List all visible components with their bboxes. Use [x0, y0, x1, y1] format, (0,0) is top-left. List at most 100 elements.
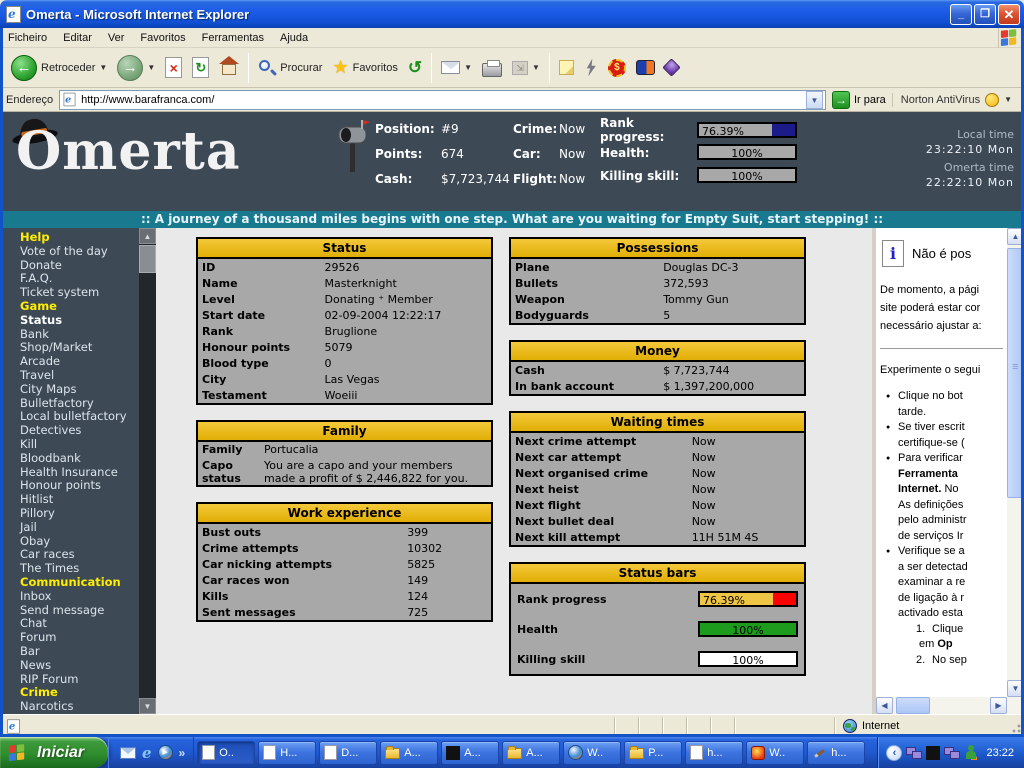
sidebar-item[interactable]: Obay — [20, 535, 139, 549]
internet-explorer-icon[interactable]: e — [142, 744, 152, 762]
menu-item[interactable]: Favoritos — [132, 30, 193, 46]
taskbar-window-button[interactable]: A... — [380, 741, 438, 765]
sidebar-item[interactable]: Communication — [20, 576, 139, 590]
print-button[interactable] — [477, 57, 507, 79]
taskbar-window-button[interactable]: O.. — [197, 741, 255, 765]
sidebar-item[interactable]: News — [20, 659, 139, 673]
hscroll-thumb[interactable] — [896, 697, 930, 714]
scroll-up-icon[interactable]: ▲ — [1007, 228, 1024, 245]
mail-button[interactable]: ▼ — [436, 59, 477, 76]
window-titlebar[interactable]: e Omerta - Microsoft Internet Explorer _… — [0, 0, 1024, 28]
tray-icon[interactable] — [964, 745, 978, 760]
scroll-left-icon[interactable]: ◀ — [876, 697, 893, 714]
messenger-button[interactable] — [579, 57, 603, 79]
sidebar-item[interactable]: Narcotics — [20, 700, 139, 714]
error-panel-hscrollbar[interactable]: ◀ ▶ — [876, 697, 1007, 714]
minimize-button[interactable]: _ — [950, 4, 972, 25]
address-input[interactable]: e http://www.barafranca.com/ ▼ — [59, 90, 826, 110]
back-dropdown-icon[interactable]: ▼ — [99, 63, 107, 72]
start-button[interactable]: Iniciar — [0, 737, 108, 768]
notes-button[interactable] — [554, 58, 579, 77]
sidebar-item[interactable]: Local bulletfactory — [20, 410, 139, 424]
resize-grip[interactable] — [1008, 723, 1022, 737]
sidebar-item[interactable]: Bloodbank — [20, 452, 139, 466]
quick-launch-chevron-icon[interactable]: » — [179, 746, 186, 760]
back-button[interactable]: ← Retroceder ▼ — [6, 53, 112, 83]
sidebar-item[interactable]: Bulletfactory — [20, 397, 139, 411]
sidebar-item[interactable]: Honour points — [20, 479, 139, 493]
taskbar-window-button[interactable]: P... — [624, 741, 682, 765]
address-url[interactable]: http://www.barafranca.com/ — [81, 94, 802, 106]
sidebar-scrollbar[interactable]: ▲ ▼ — [139, 228, 156, 714]
gem-button[interactable] — [660, 59, 683, 76]
stop-button[interactable]: × — [160, 55, 187, 80]
taskbar-window-button[interactable]: W.. — [563, 741, 621, 765]
sidebar-item[interactable]: Detectives — [20, 424, 139, 438]
sidebar-item[interactable]: Vote of the day — [20, 245, 139, 259]
address-dropdown-icon[interactable]: ▼ — [806, 91, 823, 109]
go-button[interactable]: → Ir para — [826, 91, 892, 109]
sidebar-item[interactable]: Status — [20, 314, 139, 328]
menu-item[interactable]: Ajuda — [272, 30, 316, 46]
sidebar-item[interactable]: Help — [20, 231, 139, 245]
mail-dropdown-icon[interactable]: ▼ — [464, 63, 472, 72]
sidebar-item[interactable]: Car races — [20, 548, 139, 562]
tray-icon[interactable] — [906, 746, 922, 760]
forward-button[interactable]: → ▼ — [112, 53, 160, 83]
sidebar-item[interactable]: Inbox — [20, 590, 139, 604]
sidebar-scroll-up-icon[interactable]: ▲ — [139, 228, 156, 244]
sidebar-item[interactable]: Bank — [20, 328, 139, 342]
taskbar-window-button[interactable]: D... — [319, 741, 377, 765]
sidebar-item[interactable]: Pillory — [20, 507, 139, 521]
sidebar-item[interactable]: F.A.Q. — [20, 272, 139, 286]
sidebar-item[interactable]: Jail — [20, 521, 139, 535]
media-player-icon[interactable]: ▶ — [158, 745, 173, 760]
tray-icon[interactable] — [926, 746, 940, 760]
outlook-express-icon[interactable] — [120, 747, 136, 759]
sidebar-item[interactable]: Crime — [20, 686, 139, 700]
taskbar-window-button[interactable]: A... — [502, 741, 560, 765]
menu-item[interactable]: Ficheiro — [0, 30, 55, 46]
casino-button[interactable]: $ — [603, 57, 631, 79]
error-panel-vscrollbar[interactable]: ▲ ▼ — [1007, 228, 1024, 697]
sidebar-item[interactable]: Ticket system — [20, 286, 139, 300]
sidebar-item[interactable]: RIP Forum — [20, 673, 139, 687]
sidebar-scroll-thumb[interactable] — [139, 245, 156, 273]
search-button[interactable]: Procurar — [253, 57, 327, 79]
sidebar-item[interactable]: Forum — [20, 631, 139, 645]
restore-button[interactable]: ❐ — [974, 4, 996, 25]
sidebar-scroll-down-icon[interactable]: ▼ — [139, 698, 156, 714]
close-button[interactable]: ✕ — [998, 4, 1020, 25]
menu-item[interactable]: Ver — [100, 30, 133, 46]
taskbar-window-button[interactable]: h... — [807, 741, 865, 765]
sidebar-item[interactable]: Health Insurance — [20, 466, 139, 480]
sidebar-item[interactable]: Travel — [20, 369, 139, 383]
taskbar-window-button[interactable]: H... — [258, 741, 316, 765]
sidebar-item[interactable]: City Maps — [20, 383, 139, 397]
vscroll-thumb[interactable] — [1007, 248, 1024, 498]
menu-item[interactable]: Ferramentas — [194, 30, 272, 46]
sidebar-item[interactable]: Donate — [20, 259, 139, 273]
tray-icon[interactable] — [944, 746, 960, 760]
menu-item[interactable]: Editar — [55, 30, 100, 46]
sidebar-item[interactable]: Send message — [20, 604, 139, 618]
taskbar-window-button[interactable]: A... — [441, 741, 499, 765]
sidebar-item[interactable]: Arcade — [20, 355, 139, 369]
norton-dropdown-icon[interactable]: ▼ — [1004, 95, 1012, 104]
forward-dropdown-icon[interactable]: ▼ — [147, 63, 155, 72]
sidebar-item[interactable]: Bar — [20, 645, 139, 659]
card-button[interactable] — [631, 58, 660, 77]
history-button[interactable]: ↺ — [403, 56, 427, 80]
sidebar-item[interactable]: Shop/Market — [20, 341, 139, 355]
sidebar-item[interactable]: Hitlist — [20, 493, 139, 507]
refresh-button[interactable]: ↻ — [187, 55, 214, 80]
sidebar-item[interactable]: Kill — [20, 438, 139, 452]
scroll-right-icon[interactable]: ▶ — [990, 697, 1007, 714]
scroll-down-icon[interactable]: ▼ — [1007, 680, 1024, 697]
sidebar-item[interactable]: Game — [20, 300, 139, 314]
sidebar-item[interactable]: The Times — [20, 562, 139, 576]
tray-chevron-icon[interactable]: ‹ — [886, 745, 902, 761]
home-button[interactable] — [214, 55, 244, 81]
resize-button[interactable]: ⇲ ▼ — [507, 59, 545, 77]
taskbar-window-button[interactable]: h... — [685, 741, 743, 765]
